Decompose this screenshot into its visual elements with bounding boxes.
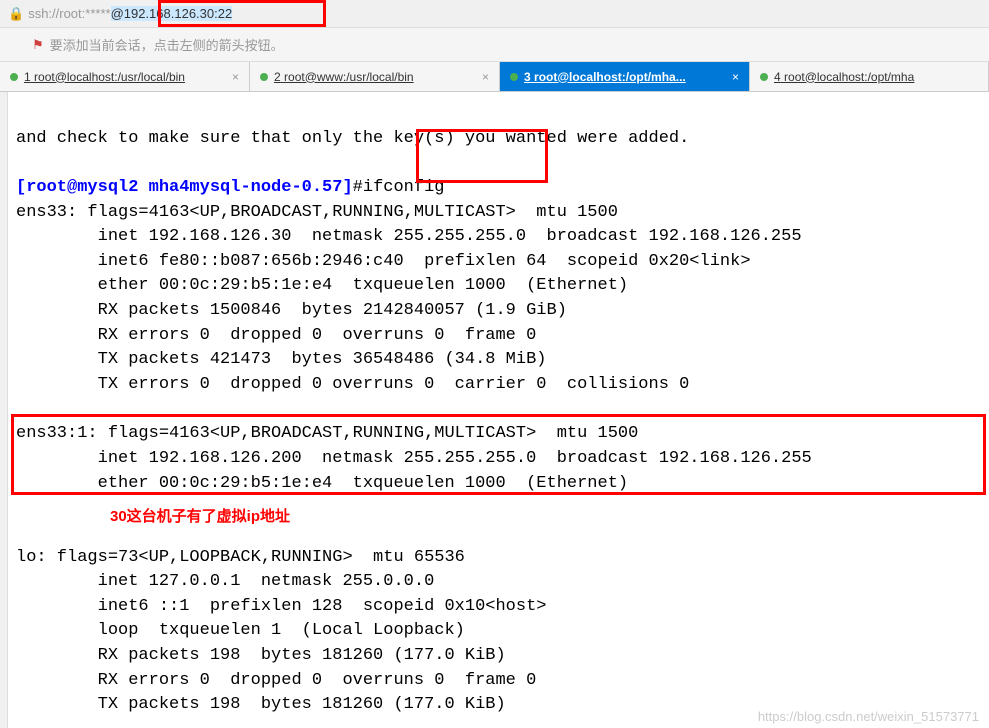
- output-line: ether 00:0c:29:b5:1e:e4 txqueuelen 1000 …: [16, 276, 628, 295]
- output-line: inet 192.168.126.200 netmask 255.255.255…: [16, 449, 812, 468]
- close-icon[interactable]: ×: [732, 70, 739, 84]
- prompt-user: [root@mysql2: [16, 178, 138, 197]
- output-line: TX packets 421473 bytes 36548486 (34.8 M…: [16, 350, 547, 369]
- status-dot-icon: [10, 73, 18, 81]
- terminal-output[interactable]: and check to make sure that only the key…: [8, 92, 989, 728]
- watermark: https://blog.csdn.net/weixin_51573771: [758, 709, 979, 724]
- status-dot-icon: [510, 73, 518, 81]
- flag-icon: ⚑: [32, 37, 44, 53]
- output-line: ens33: flags=4163<UP,BROADCAST,RUNNING,M…: [16, 203, 618, 222]
- output-line: inet 127.0.0.1 netmask 255.0.0.0: [16, 572, 434, 591]
- tab-label: 2 root@www:/usr/local/bin: [274, 70, 414, 84]
- output-line: lo: flags=73<UP,LOOPBACK,RUNNING> mtu 65…: [16, 548, 465, 567]
- tab-label: 1 root@localhost:/usr/local/bin: [24, 70, 185, 84]
- output-line: RX packets 198 bytes 181260 (177.0 KiB): [16, 646, 506, 665]
- output-line: RX packets 1500846 bytes 2142840057 (1.9…: [16, 301, 567, 320]
- output-line: and check to make sure that only the key…: [16, 129, 689, 148]
- tab-4[interactable]: 4 root@localhost:/opt/mha: [750, 62, 989, 91]
- output-line: ens33:1: flags=4163<UP,BROADCAST,RUNNING…: [16, 424, 638, 443]
- close-icon[interactable]: ×: [232, 70, 239, 84]
- hint-text: 要添加当前会话，点击左侧的箭头按钮。: [50, 35, 284, 54]
- tab-label: 3 root@localhost:/opt/mha...: [524, 70, 686, 84]
- close-icon[interactable]: ×: [482, 70, 489, 84]
- gutter: [0, 92, 8, 728]
- tab-1[interactable]: 1 root@localhost:/usr/local/bin ×: [0, 62, 250, 91]
- command: ifconfig: [363, 178, 445, 197]
- lock-icon: 🔒: [8, 6, 24, 22]
- output-line: inet 192.168.126.30 netmask 255.255.255.…: [16, 227, 802, 246]
- tab-2[interactable]: 2 root@www:/usr/local/bin ×: [250, 62, 500, 91]
- output-line: TX packets 198 bytes 181260 (177.0 KiB): [16, 695, 506, 714]
- tab-3-active[interactable]: 3 root@localhost:/opt/mha... ×: [500, 62, 750, 91]
- output-line: RX errors 0 dropped 0 overruns 0 frame 0: [16, 671, 536, 690]
- address-highlight: @192.168.126.30:22: [111, 6, 233, 21]
- prompt-hash: #: [353, 178, 363, 197]
- annotation-text: 30这台机子有了虚拟ip地址: [110, 505, 290, 526]
- address-bar[interactable]: 🔒 ssh://root:*****@192.168.126.30:22: [0, 0, 989, 28]
- hint-bar: ⚑ 要添加当前会话，点击左侧的箭头按钮。: [0, 28, 989, 62]
- tab-label: 4 root@localhost:/opt/mha: [774, 70, 914, 84]
- output-line: RX errors 0 dropped 0 overruns 0 frame 0: [16, 326, 536, 345]
- output-line: ether 00:0c:29:b5:1e:e4 txqueuelen 1000 …: [16, 474, 628, 493]
- tab-bar: 1 root@localhost:/usr/local/bin × 2 root…: [0, 62, 989, 92]
- status-dot-icon: [760, 73, 768, 81]
- status-dot-icon: [260, 73, 268, 81]
- output-line: inet6 fe80::b087:656b:2946:c40 prefixlen…: [16, 252, 751, 271]
- output-line: TX errors 0 dropped 0 overruns 0 carrier…: [16, 375, 689, 394]
- output-line: inet6 ::1 prefixlen 128 scopeid 0x10<hos…: [16, 597, 547, 616]
- output-line: loop txqueuelen 1 (Local Loopback): [16, 621, 465, 640]
- address-prefix: ssh://root:*****: [28, 6, 110, 21]
- prompt-path: mha4mysql-node-0.57]: [138, 178, 352, 197]
